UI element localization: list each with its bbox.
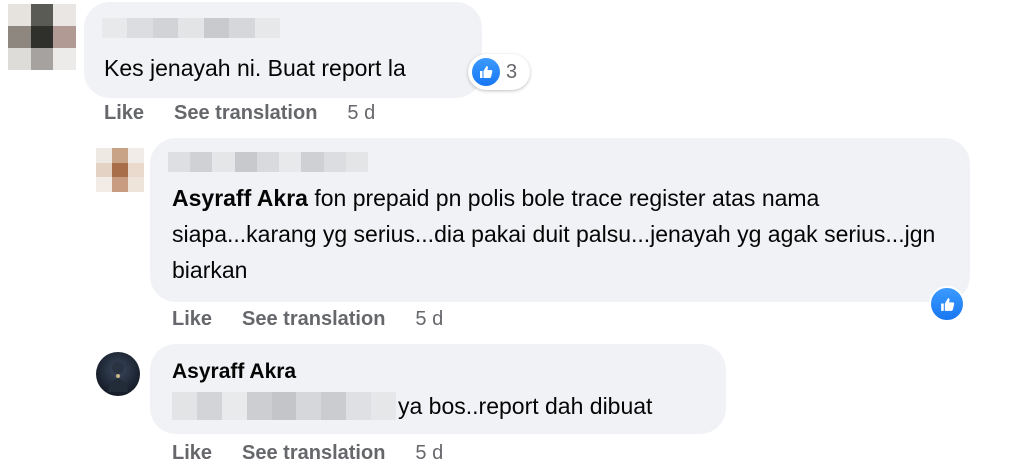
see-translation-link[interactable]: See translation [242,442,385,465]
avatar[interactable] [96,352,140,396]
see-translation-link[interactable]: See translation [242,308,385,331]
comment-bubble: Asyraff Akra ya bos..report dah dibuat [150,344,726,434]
avatar[interactable] [8,4,76,70]
comment-actions: Like See translation 5 d [104,102,375,125]
comment-text: Asyraff Akra fon prepaid pn polis bole t… [172,180,962,288]
like-button[interactable]: Like [104,102,144,125]
mention-redacted [172,392,396,420]
author-name-redacted [102,18,280,38]
comment-actions: Like See translation 5 d [172,308,443,331]
reaction-summary[interactable]: 3 [468,54,530,90]
timestamp[interactable]: 5 d [347,102,375,125]
timestamp[interactable]: 5 d [415,442,443,465]
comment-text: ya bos..report dah dibuat [398,393,653,419]
comment-bubble: Kes jenayah ni. Buat report la [84,2,482,98]
thumbs-up-icon[interactable] [929,286,965,322]
comment-bubble: Asyraff Akra fon prepaid pn polis bole t… [150,138,970,302]
thumbs-up-icon [470,56,502,88]
like-button[interactable]: Like [172,308,212,331]
author-name-redacted [168,152,368,172]
author-name[interactable]: Asyraff Akra [172,360,296,384]
avatar[interactable] [96,148,144,192]
comment-text: Kes jenayah ni. Buat report la [104,55,406,81]
mention-link[interactable]: Asyraff Akra [172,185,308,211]
timestamp[interactable]: 5 d [415,308,443,331]
comment-actions: Like See translation 5 d [172,442,443,465]
see-translation-link[interactable]: See translation [174,102,317,125]
like-button[interactable]: Like [172,442,212,465]
reaction-count: 3 [506,60,518,83]
